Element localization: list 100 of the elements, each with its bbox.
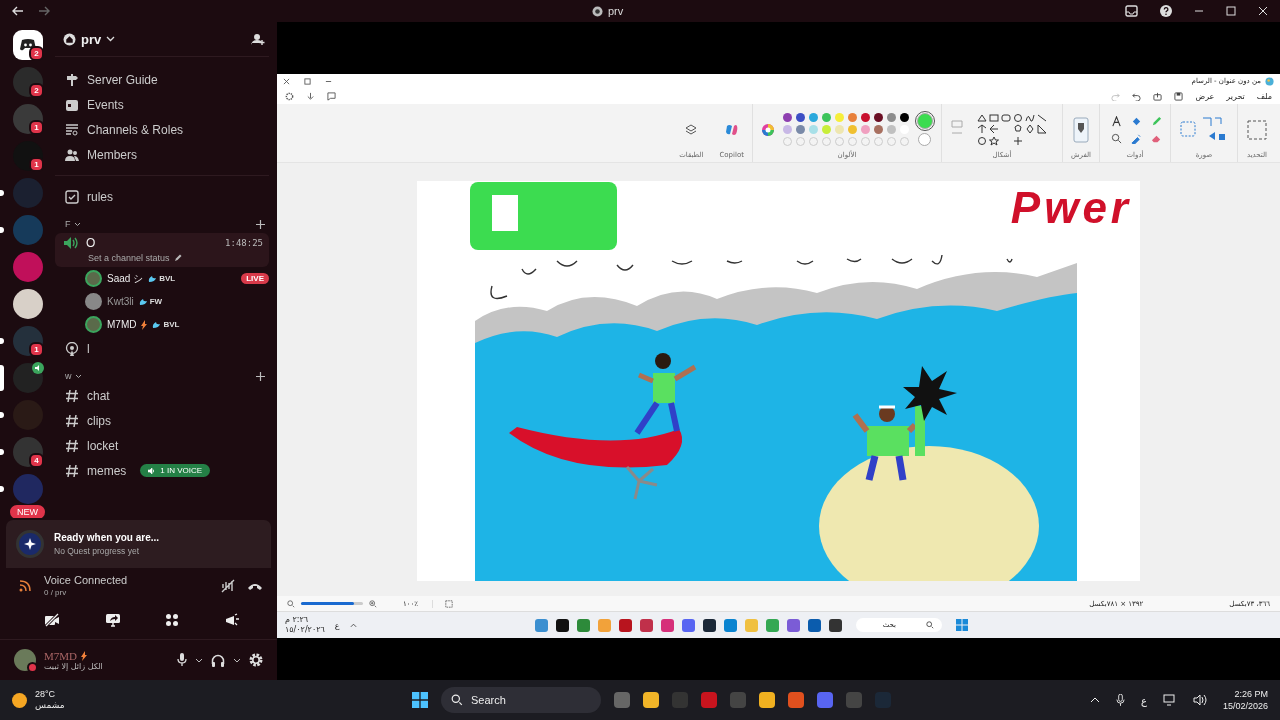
screen-share-icon[interactable] bbox=[104, 613, 121, 627]
color-swatch[interactable] bbox=[821, 125, 831, 134]
camera-off-icon[interactable] bbox=[44, 613, 60, 627]
color-swatch[interactable] bbox=[899, 113, 909, 122]
add-channel-icon[interactable] bbox=[256, 219, 265, 229]
selection-tool-icon[interactable] bbox=[1246, 118, 1268, 141]
language-indicator[interactable]: ع bbox=[1141, 694, 1147, 706]
search-field[interactable]: Search bbox=[441, 687, 601, 713]
windows-logo-icon[interactable] bbox=[412, 692, 428, 708]
activities-icon[interactable] bbox=[165, 613, 180, 627]
voice-member[interactable]: Saad シ BVL LIVE bbox=[55, 267, 269, 290]
app-icon[interactable] bbox=[556, 618, 569, 632]
color-wheel-icon[interactable] bbox=[760, 122, 775, 137]
temperature: 28°C bbox=[35, 689, 57, 700]
color-swatch[interactable] bbox=[834, 113, 844, 122]
color-swatch[interactable] bbox=[808, 113, 818, 122]
color-swatch[interactable] bbox=[782, 113, 792, 122]
category-header[interactable]: F bbox=[65, 219, 71, 229]
chevron-icon[interactable] bbox=[233, 657, 241, 663]
color-swatch[interactable] bbox=[847, 113, 857, 122]
save-icon[interactable] bbox=[1174, 91, 1184, 101]
windows-logo-icon[interactable] bbox=[956, 619, 968, 631]
quest-card[interactable]: Ready when you are... No Quest progress yet bbox=[6, 520, 271, 568]
stage-channel[interactable]: l bbox=[55, 336, 269, 361]
invite-icon[interactable] bbox=[251, 32, 265, 46]
text-channel[interactable]: clips bbox=[55, 408, 269, 433]
voice-member[interactable]: M7MD BVL bbox=[55, 313, 269, 336]
server-name[interactable]: prv bbox=[63, 31, 116, 47]
text-tool-icon[interactable] bbox=[1111, 115, 1122, 127]
current-color[interactable] bbox=[916, 113, 933, 129]
back-icon[interactable] bbox=[12, 6, 24, 16]
color-swatch[interactable] bbox=[847, 125, 857, 134]
help-icon[interactable] bbox=[1160, 5, 1172, 17]
undo-icon[interactable] bbox=[1132, 91, 1142, 101]
color-swatch[interactable] bbox=[821, 113, 831, 122]
download-icon[interactable] bbox=[306, 91, 315, 101]
speaker-icon[interactable] bbox=[1192, 694, 1207, 706]
server-icon[interactable] bbox=[12, 362, 43, 393]
layers-icon[interactable] bbox=[685, 123, 698, 136]
add-channel-icon[interactable] bbox=[256, 371, 265, 381]
inbox-icon[interactable] bbox=[1125, 5, 1138, 17]
user-avatar[interactable] bbox=[14, 649, 36, 671]
color-swatch[interactable] bbox=[808, 125, 818, 134]
username: M7MD bbox=[44, 649, 77, 662]
soundboard-icon[interactable] bbox=[223, 613, 239, 627]
brush-icon[interactable] bbox=[1073, 116, 1089, 143]
color-swatch[interactable] bbox=[782, 125, 792, 134]
language-indicator[interactable]: ع bbox=[334, 620, 340, 630]
copilot-icon[interactable] bbox=[724, 122, 739, 137]
caret-icon[interactable] bbox=[73, 221, 81, 227]
chevron-icon[interactable] bbox=[195, 657, 203, 663]
zoom-slider[interactable] bbox=[301, 602, 363, 605]
server-icon[interactable] bbox=[12, 288, 43, 319]
color-swatch[interactable] bbox=[873, 125, 883, 134]
color-swatch[interactable] bbox=[834, 125, 844, 134]
menu-item[interactable]: عرض bbox=[1195, 91, 1215, 101]
color-swatch[interactable] bbox=[860, 113, 870, 122]
fill-icon[interactable] bbox=[1131, 115, 1142, 127]
menu-item[interactable]: تحرير bbox=[1226, 91, 1245, 101]
guide-link[interactable]: Events bbox=[55, 92, 269, 117]
color-swatch[interactable] bbox=[886, 113, 896, 122]
channel-link[interactable]: rules bbox=[55, 184, 269, 209]
forward-icon[interactable] bbox=[38, 6, 50, 16]
app-icon[interactable] bbox=[829, 618, 842, 632]
text-channel[interactable]: chat bbox=[55, 383, 269, 408]
fit-icon[interactable] bbox=[445, 599, 454, 608]
color-swatch[interactable] bbox=[886, 125, 896, 134]
magnifier-icon[interactable] bbox=[1111, 132, 1122, 144]
pencil-icon[interactable] bbox=[173, 254, 182, 262]
in-voice-pill[interactable]: 1 IN VOICE bbox=[140, 464, 211, 477]
color-swatch[interactable] bbox=[795, 113, 805, 122]
clan-tag: BVL bbox=[163, 320, 180, 329]
app-icon[interactable] bbox=[703, 618, 716, 632]
microphone-icon[interactable] bbox=[177, 653, 187, 667]
noise-suppression-icon[interactable] bbox=[221, 578, 235, 593]
zoom-out-icon[interactable] bbox=[287, 599, 295, 608]
network-icon[interactable] bbox=[1162, 694, 1177, 706]
guide-link[interactable]: Members bbox=[55, 142, 269, 167]
guide-link[interactable]: Server Guide bbox=[55, 67, 269, 92]
voice-status: Voice Connected bbox=[44, 574, 129, 586]
voice-member[interactable]: Kwt3li FW bbox=[55, 290, 269, 313]
headphones-icon[interactable] bbox=[211, 653, 225, 667]
comment-icon[interactable] bbox=[327, 91, 336, 101]
text-channel[interactable]: memes 1 IN VOICE bbox=[55, 458, 269, 483]
color-swatch[interactable] bbox=[860, 125, 870, 134]
drawing-canvas[interactable]: Pwer bbox=[417, 181, 1140, 581]
caret-icon[interactable] bbox=[74, 373, 82, 379]
voice-location[interactable]: 0 / prv bbox=[44, 588, 209, 597]
microphone-icon[interactable] bbox=[1116, 693, 1125, 707]
text-channel[interactable]: locket bbox=[55, 433, 269, 458]
guide-link[interactable]: Channels & Roles bbox=[55, 117, 269, 142]
menu-item[interactable]: ملف bbox=[1256, 91, 1272, 101]
category-header[interactable]: w bbox=[65, 371, 72, 381]
zoom-in-icon[interactable] bbox=[369, 599, 377, 608]
voice-channel[interactable]: O 1:48:25 Set a channel status bbox=[55, 233, 269, 267]
color-swatch[interactable] bbox=[795, 125, 805, 134]
color-picker-icon[interactable] bbox=[1131, 132, 1142, 144]
color-swatch[interactable] bbox=[873, 113, 883, 122]
current-color[interactable] bbox=[918, 133, 932, 146]
share-icon[interactable] bbox=[1153, 91, 1163, 101]
